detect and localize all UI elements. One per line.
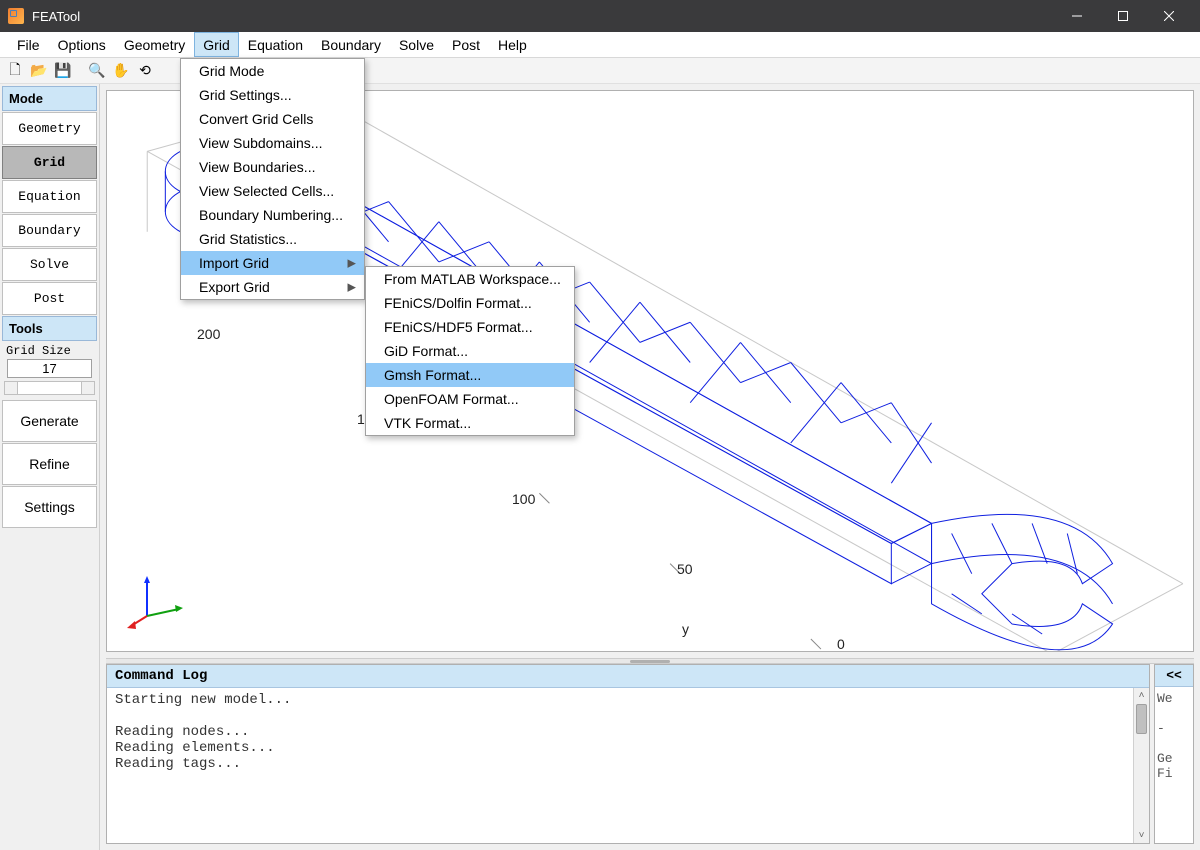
- grid-settings-item[interactable]: Grid Settings...: [181, 83, 364, 107]
- menu-equation[interactable]: Equation: [239, 32, 312, 57]
- main-area: 200 150 100 50 0 y Command Log Starting …: [100, 84, 1200, 850]
- menu-options[interactable]: Options: [49, 32, 115, 57]
- zoom-button[interactable]: 🔍: [86, 60, 108, 82]
- log-side-list[interactable]: We - Ge Fi: [1155, 687, 1193, 843]
- titlebar: FEATool: [0, 0, 1200, 32]
- generate-button[interactable]: Generate: [2, 400, 97, 442]
- menu-grid[interactable]: Grid: [194, 32, 238, 57]
- orientation-triad-icon: [127, 571, 187, 631]
- view-selected-cells-item[interactable]: View Selected Cells...: [181, 179, 364, 203]
- submenu-arrow-icon: ▶: [348, 281, 356, 294]
- menu-solve[interactable]: Solve: [390, 32, 443, 57]
- close-button[interactable]: [1146, 0, 1192, 32]
- submenu-arrow-icon: ▶: [348, 257, 356, 270]
- window-title: FEATool: [32, 9, 1054, 24]
- grid-menu-dropdown: Grid Mode Grid Settings... Convert Grid …: [180, 58, 365, 300]
- mode-boundary[interactable]: Boundary: [2, 214, 97, 247]
- mode-grid[interactable]: Grid: [2, 146, 97, 179]
- tools-header: Tools: [2, 316, 97, 341]
- refine-button[interactable]: Refine: [2, 443, 97, 485]
- new-button[interactable]: 🗋: [4, 60, 26, 82]
- log-panel: Command Log Starting new model... Readin…: [106, 664, 1194, 844]
- open-button[interactable]: 📂: [28, 60, 50, 82]
- maximize-button[interactable]: [1100, 0, 1146, 32]
- tick-100: 100: [512, 491, 535, 507]
- maximize-icon: [1118, 11, 1128, 21]
- tick-200: 200: [197, 326, 220, 342]
- import-gmsh-item[interactable]: Gmsh Format...: [366, 363, 574, 387]
- menu-geometry[interactable]: Geometry: [115, 32, 194, 57]
- import-grid-submenu: From MATLAB Workspace... FEniCS/Dolfin F…: [365, 266, 575, 436]
- log-scrollbar[interactable]: ˄ ˅: [1133, 688, 1149, 843]
- open-folder-icon: 📂: [30, 62, 47, 79]
- log-side-panel: << We - Ge Fi: [1154, 664, 1194, 844]
- grid-statistics-item[interactable]: Grid Statistics...: [181, 227, 364, 251]
- app-icon: [8, 8, 24, 24]
- rotate-button[interactable]: ⟲: [134, 60, 156, 82]
- log-collapse-button[interactable]: <<: [1155, 665, 1193, 687]
- menu-post[interactable]: Post: [443, 32, 489, 57]
- scroll-up-icon: ˄: [1134, 690, 1149, 701]
- zoom-icon: 🔍: [88, 62, 105, 79]
- grid-size-label: Grid Size: [2, 342, 97, 358]
- export-grid-item[interactable]: Export Grid▶: [181, 275, 364, 299]
- mode-solve[interactable]: Solve: [2, 248, 97, 281]
- import-matlab-item[interactable]: From MATLAB Workspace...: [366, 267, 574, 291]
- minimize-icon: [1072, 11, 1082, 21]
- close-icon: [1164, 11, 1174, 21]
- mode-header: Mode: [2, 86, 97, 111]
- mode-geometry[interactable]: Geometry: [2, 112, 97, 145]
- menubar: File Options Geometry Grid Equation Boun…: [0, 32, 1200, 58]
- import-vtk-item[interactable]: VTK Format...: [366, 411, 574, 435]
- boundary-numbering-item[interactable]: Boundary Numbering...: [181, 203, 364, 227]
- import-grid-item[interactable]: Import Grid▶: [181, 251, 364, 275]
- mode-equation[interactable]: Equation: [2, 180, 97, 213]
- workspace: Mode Geometry Grid Equation Boundary Sol…: [0, 84, 1200, 850]
- scroll-thumb[interactable]: [1136, 704, 1147, 734]
- save-icon: 💾: [54, 62, 71, 79]
- view-boundaries-item[interactable]: View Boundaries...: [181, 155, 364, 179]
- import-openfoam-item[interactable]: OpenFOAM Format...: [366, 387, 574, 411]
- sidebar: Mode Geometry Grid Equation Boundary Sol…: [0, 84, 100, 850]
- mode-post[interactable]: Post: [2, 282, 97, 315]
- grid-size-slider[interactable]: [4, 381, 95, 395]
- menu-help[interactable]: Help: [489, 32, 536, 57]
- import-fenics-hdf5-item[interactable]: FEniCS/HDF5 Format...: [366, 315, 574, 339]
- tick-0: 0: [837, 636, 845, 652]
- save-button[interactable]: 💾: [52, 60, 74, 82]
- menu-boundary[interactable]: Boundary: [312, 32, 390, 57]
- window-controls: [1054, 0, 1192, 32]
- pan-hand-icon: ✋: [112, 62, 129, 79]
- view-subdomains-item[interactable]: View Subdomains...: [181, 131, 364, 155]
- rotate-3d-icon: ⟲: [139, 62, 151, 79]
- grid-size-input[interactable]: [7, 359, 93, 378]
- command-log: Command Log Starting new model... Readin…: [106, 664, 1150, 844]
- command-log-body[interactable]: Starting new model... Reading nodes... R…: [107, 688, 1133, 843]
- axis-y-label: y: [682, 621, 689, 637]
- menu-file[interactable]: File: [8, 32, 49, 57]
- scroll-down-icon: ˅: [1134, 830, 1149, 841]
- minimize-button[interactable]: [1054, 0, 1100, 32]
- grid-mode-item[interactable]: Grid Mode: [181, 59, 364, 83]
- new-file-icon: 🗋: [9, 59, 20, 83]
- import-fenics-dolfin-item[interactable]: FEniCS/Dolfin Format...: [366, 291, 574, 315]
- tick-50: 50: [677, 561, 693, 577]
- convert-grid-cells-item[interactable]: Convert Grid Cells: [181, 107, 364, 131]
- command-log-header: Command Log: [107, 665, 1149, 688]
- pan-button[interactable]: ✋: [110, 60, 132, 82]
- import-gid-item[interactable]: GiD Format...: [366, 339, 574, 363]
- settings-button[interactable]: Settings: [2, 486, 97, 528]
